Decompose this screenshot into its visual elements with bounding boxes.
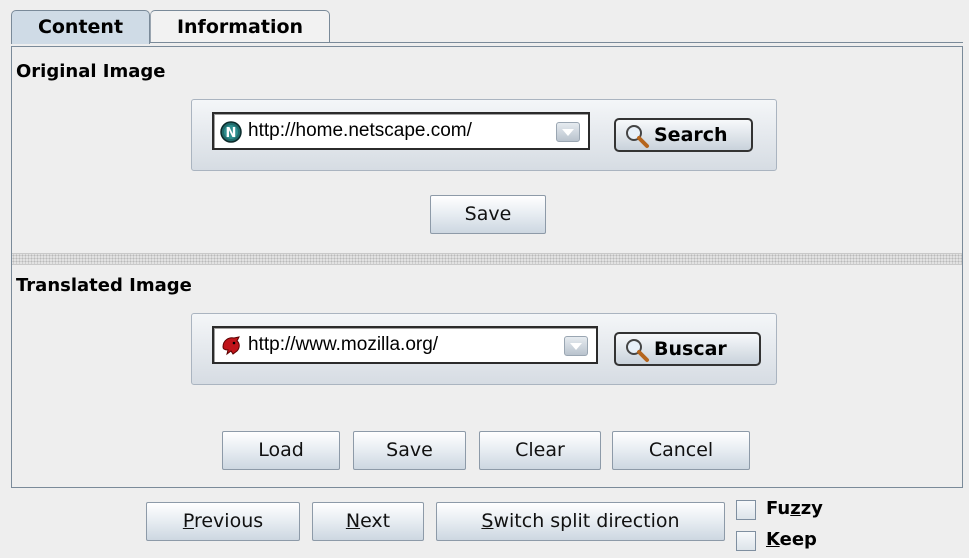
svg-text:N: N [226,126,237,141]
next-label: ext [360,510,391,532]
translated-search-label: Buscar [654,338,727,360]
original-search-button[interactable]: Search [614,118,753,152]
previous-button[interactable]: Previous [146,502,300,541]
tab-strip-border [11,42,963,43]
previous-label: revious [193,510,264,532]
original-search-label: Search [654,124,728,146]
original-url-toolbar: N http://home.netscape.com/ Search [191,99,777,171]
keep-label: Keep [766,529,817,550]
previous-mnemonic: P [182,510,194,532]
cancel-button[interactable]: Cancel [612,431,750,470]
original-save-button[interactable]: Save [430,195,546,234]
mozilla-icon [222,336,240,356]
original-url-combobox[interactable]: N http://home.netscape.com/ [212,112,590,150]
switch-split-direction-button[interactable]: Switch split direction [436,502,725,541]
translated-save-button[interactable]: Save [353,431,466,470]
fuzzy-checkbox[interactable] [736,500,756,520]
translated-dropdown-arrow-icon[interactable] [564,336,588,356]
translated-url-text: http://www.mozilla.org/ [248,334,439,355]
switch-mnemonic: S [481,510,494,532]
clear-button[interactable]: Clear [479,431,601,470]
split-divider[interactable] [12,253,962,265]
next-mnemonic: N [345,510,361,532]
original-url-text: http://home.netscape.com/ [248,120,472,141]
load-button[interactable]: Load [222,431,340,470]
tab-content[interactable]: Content [11,10,150,44]
original-dropdown-arrow-icon[interactable] [556,122,580,142]
switch-label: witch split direction [493,510,680,532]
magnifier-icon [626,339,649,362]
fuzzy-label: Fuzzy [766,498,823,519]
split-pane: Original Image N http://home.netscape.co… [11,46,963,488]
translated-url-toolbar: http://www.mozilla.org/ Buscar [191,313,777,385]
translated-url-combobox[interactable]: http://www.mozilla.org/ [212,326,598,364]
netscape-icon: N [220,121,242,143]
keep-checkbox[interactable] [736,531,756,551]
next-button[interactable]: Next [312,502,424,541]
translated-search-button[interactable]: Buscar [614,332,761,366]
translated-image-title: Translated Image [16,275,192,296]
original-image-title: Original Image [16,61,166,82]
magnifier-icon [626,125,649,148]
app-window: Content Information Original Image N htt… [0,0,969,558]
tab-information[interactable]: Information [150,10,330,43]
